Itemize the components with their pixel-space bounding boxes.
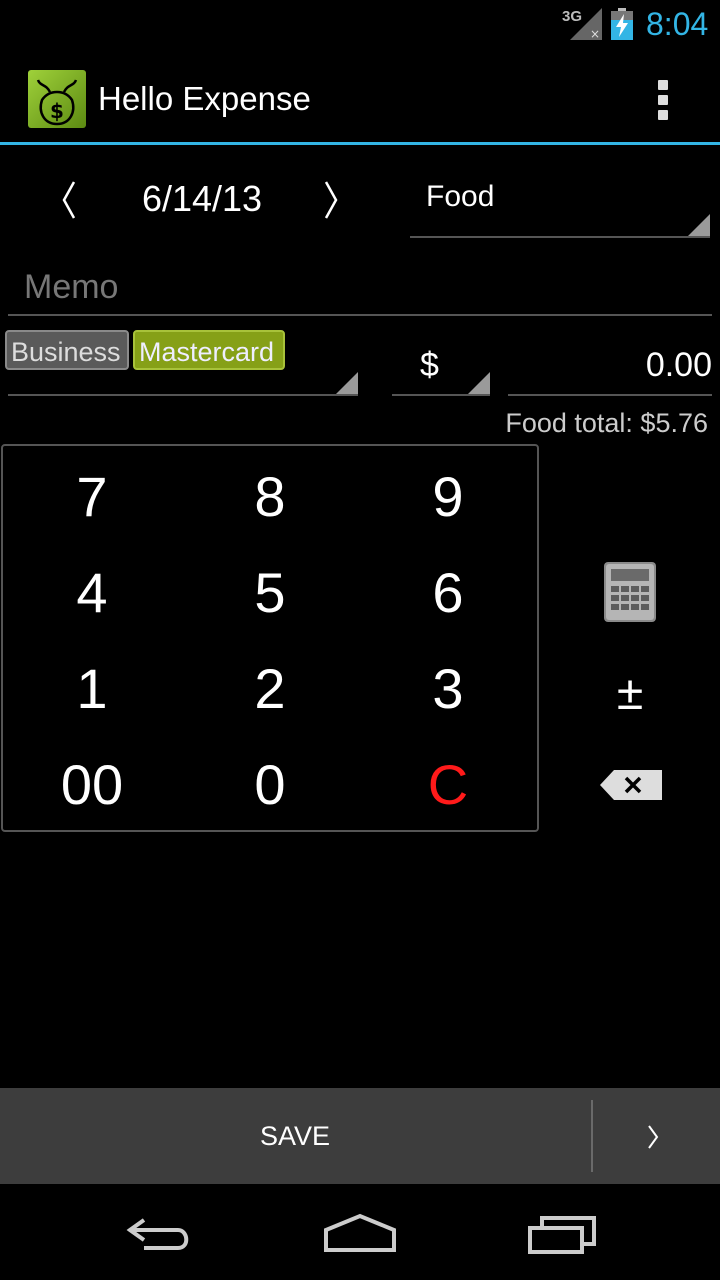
back-icon[interactable]	[124, 1208, 196, 1260]
key-0[interactable]: 0	[185, 738, 355, 832]
date-display[interactable]: 6/14/13	[120, 178, 284, 220]
money-bag-icon[interactable]: $	[28, 70, 86, 128]
currency-spinner[interactable]	[392, 340, 492, 398]
key-4[interactable]: 4	[7, 546, 177, 640]
next-entry-button[interactable]	[594, 1088, 720, 1184]
status-time: 8:04	[646, 6, 709, 42]
chevron-right-icon	[648, 1125, 659, 1149]
bottom-bar-divider	[591, 1100, 593, 1172]
key-9[interactable]: 9	[363, 450, 533, 544]
signal-icon: ×	[570, 8, 602, 40]
app-title: Hello Expense	[98, 80, 311, 117]
home-icon[interactable]	[322, 1208, 398, 1260]
svg-text:$: $	[50, 99, 64, 123]
key-7[interactable]: 7	[7, 450, 177, 544]
next-date-icon[interactable]	[316, 178, 346, 222]
action-bar-divider	[0, 142, 720, 145]
battery-charging-icon	[611, 8, 633, 40]
key-3[interactable]: 3	[363, 642, 533, 736]
category-value: Food	[426, 180, 495, 213]
svg-text:×: ×	[590, 27, 600, 40]
key-6[interactable]: 6	[363, 546, 533, 640]
save-button[interactable]: SAVE	[0, 1088, 590, 1184]
calculator-icon[interactable]	[604, 562, 656, 622]
key-8[interactable]: 8	[185, 450, 355, 544]
key-5[interactable]: 5	[185, 546, 355, 640]
key-2[interactable]: 2	[185, 642, 355, 736]
memo-input[interactable]	[8, 260, 720, 314]
key-1[interactable]: 1	[7, 642, 177, 736]
backspace-icon[interactable]	[600, 770, 662, 800]
tag-mastercard[interactable]: Mastercard	[133, 330, 285, 370]
recent-apps-icon[interactable]	[526, 1208, 598, 1260]
plus-minus-button[interactable]: ±	[600, 664, 660, 724]
previous-date-icon[interactable]	[54, 178, 84, 222]
keypad: 7 8 9 4 5 6 1 2 3 00 0 C	[1, 444, 539, 832]
overflow-menu-icon[interactable]	[646, 78, 682, 122]
key-00[interactable]: 00	[7, 738, 177, 832]
tag-business[interactable]: Business	[5, 330, 129, 370]
amount-field[interactable]: 0.00	[512, 346, 712, 385]
memo-field[interactable]	[8, 260, 720, 318]
key-clear[interactable]: C	[363, 738, 533, 832]
currency-value: $	[420, 346, 439, 384]
amount-underline	[508, 394, 712, 396]
category-total: Food total: $5.76	[505, 408, 708, 438]
